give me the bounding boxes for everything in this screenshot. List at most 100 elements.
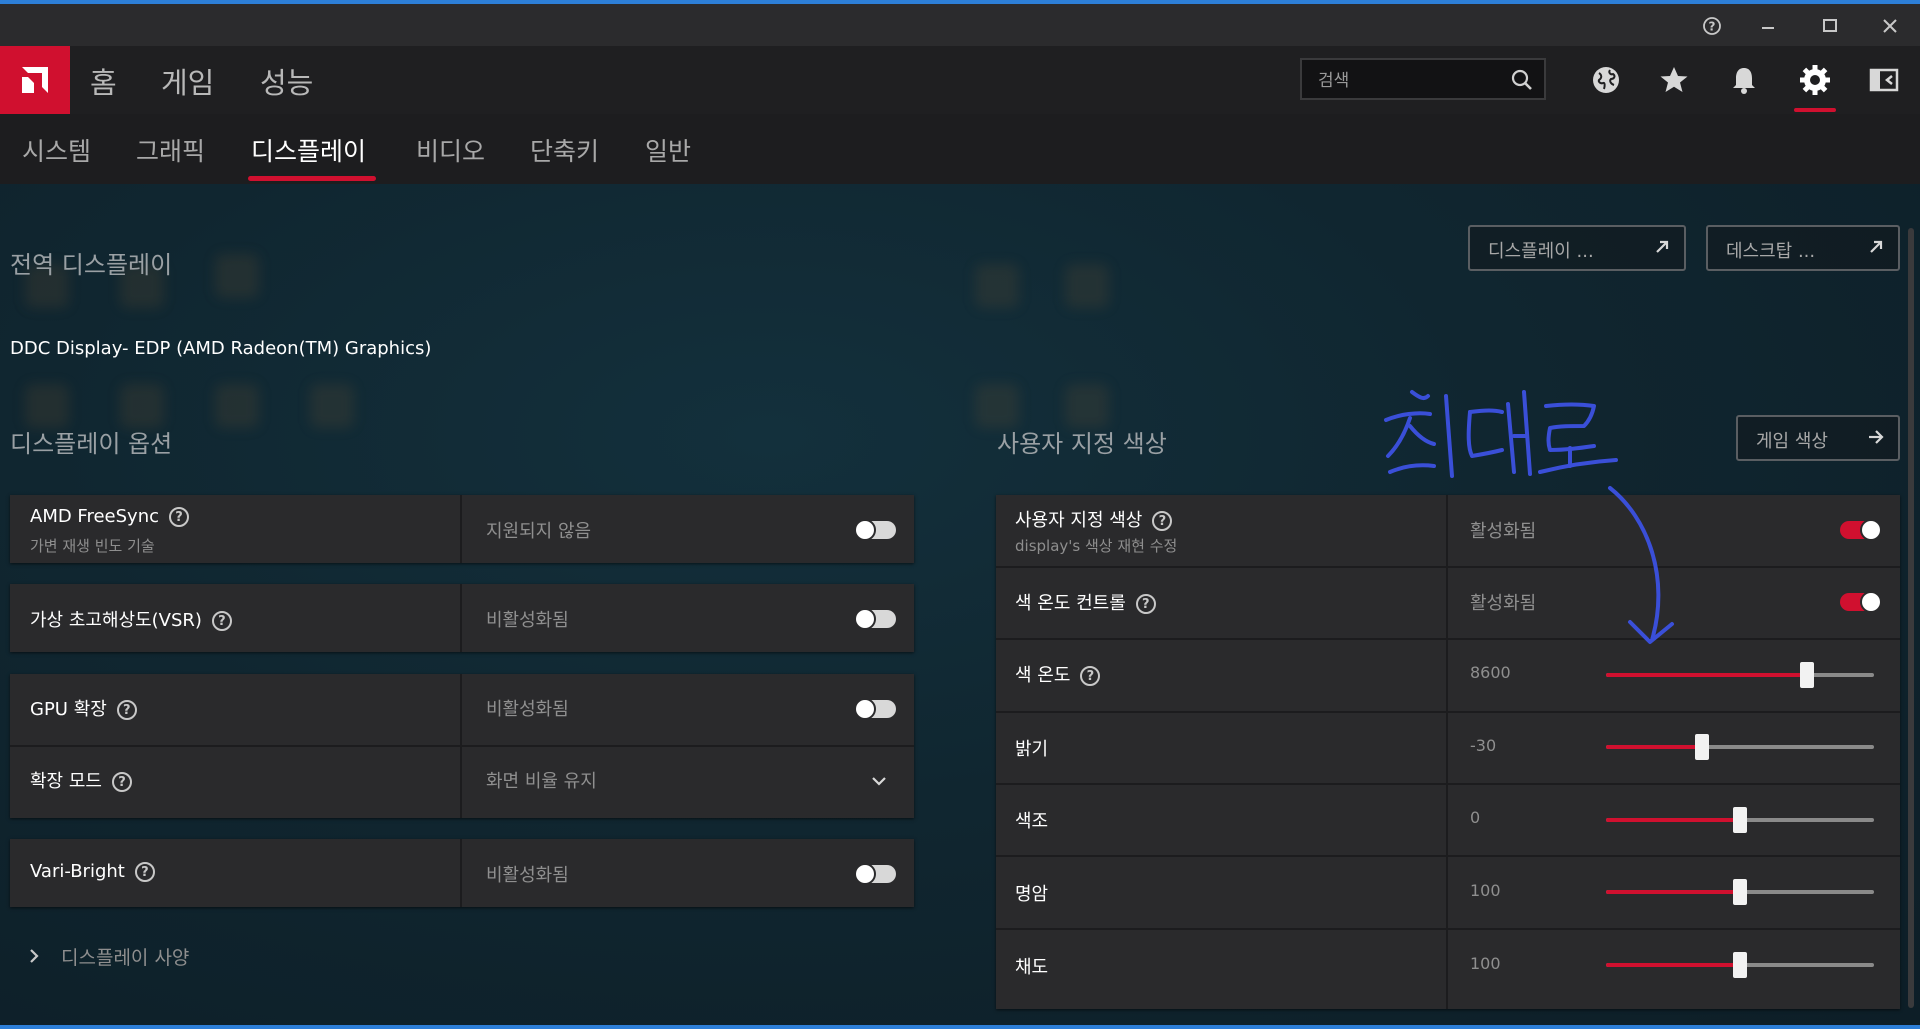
help-icon[interactable]: ? (1152, 511, 1173, 531)
chevron-right-icon (30, 949, 39, 963)
background-blur-tile (215, 254, 259, 298)
background-blur-tile (25, 384, 69, 428)
slider-fill (1606, 963, 1740, 967)
color-temp-control-label-row: 색 온도 컨트롤? (1015, 589, 1156, 615)
vsr-toggle[interactable] (854, 608, 896, 630)
slider-thumb[interactable] (1695, 734, 1710, 760)
bell-icon[interactable] (1726, 62, 1762, 98)
freesync-label: AMD FreeSync (30, 506, 160, 527)
slider-thumb[interactable] (1733, 879, 1747, 905)
slider-fill (1606, 673, 1807, 677)
color-temp-control-label: 색 온도 컨트롤 (1015, 593, 1126, 614)
card-divider (460, 495, 462, 563)
arrow-right-icon (1869, 430, 1884, 444)
slider-fill (1606, 745, 1703, 749)
toggle-knob (854, 608, 876, 630)
custom-color-title: 사용자 지정 색상 (997, 430, 1167, 458)
vari-bright-toggle[interactable] (854, 863, 896, 885)
nav-performance[interactable]: 성능 (260, 60, 313, 102)
tab-active-indicator (248, 176, 376, 181)
contrast-label: 명암 (1015, 884, 1049, 905)
color-temp-control-toggle[interactable] (1840, 591, 1882, 613)
toggle-knob (1860, 519, 1882, 541)
toggle-knob (854, 519, 876, 541)
slider-fill (1606, 890, 1740, 894)
close-icon[interactable] (1868, 8, 1912, 44)
custom-color-label-row: 사용자 지정 색상? (1015, 506, 1173, 532)
search-input[interactable] (1316, 68, 1500, 94)
saturation-value: 100 (1470, 954, 1501, 973)
tab-display[interactable]: 디스플레이 (251, 132, 366, 168)
nav-home[interactable]: 홈 (90, 60, 117, 102)
saturation-slider[interactable] (1606, 952, 1874, 978)
toggle-knob (854, 863, 876, 885)
main-nav: 홈 게임 성능 (0, 46, 1920, 114)
display-options-title: 디스플레이 옵션 (10, 430, 173, 458)
vari-bright-label-row: Vari-Bright? (30, 861, 155, 882)
brightness-slider[interactable] (1606, 734, 1874, 760)
row-divider (996, 928, 1900, 930)
help-icon[interactable]: ? (1080, 666, 1101, 686)
row-divider (10, 745, 914, 747)
freesync-card: AMD FreeSync? 가변 재생 빈도 기술 지원되지 않음 (10, 495, 914, 563)
color-temp-slider[interactable] (1606, 662, 1874, 688)
tab-video[interactable]: 비디오 (416, 132, 485, 168)
background-blur-tile (975, 384, 1019, 428)
desktop-settings-button[interactable]: 데스크탑 ... (1706, 225, 1900, 271)
hue-value: 0 (1470, 808, 1481, 827)
gear-icon[interactable] (1797, 62, 1833, 98)
gpu-scaling-label-row: GPU 확장? (30, 695, 137, 721)
annotation-arrowhead (1628, 620, 1674, 644)
hue-slider[interactable] (1606, 807, 1874, 833)
help-icon[interactable]: ? (1690, 8, 1734, 44)
maximize-icon[interactable] (1808, 8, 1852, 44)
amd-logo[interactable] (0, 46, 70, 114)
game-color-button-label: 게임 색상 (1756, 431, 1828, 452)
tab-graphics[interactable]: 그래픽 (136, 132, 205, 168)
toggle-knob (854, 698, 876, 720)
help-icon[interactable]: ? (111, 772, 132, 792)
help-icon[interactable]: ? (116, 700, 137, 720)
tab-general[interactable]: 일반 (645, 132, 691, 168)
search-box[interactable] (1300, 58, 1546, 100)
sidebar-toggle-icon[interactable] (1866, 62, 1902, 98)
help-icon[interactable]: ? (134, 862, 155, 882)
display-settings-button-label: 디스플레이 ... (1488, 241, 1594, 262)
gpu-scaling-toggle[interactable] (854, 698, 896, 720)
background-blur-tile (975, 264, 1019, 308)
help-icon[interactable]: ? (1135, 594, 1156, 614)
slider-thumb[interactable] (1733, 952, 1747, 978)
slider-thumb[interactable] (1733, 807, 1747, 833)
row-divider (996, 855, 1900, 857)
freesync-status: 지원되지 않음 (486, 521, 592, 542)
tab-hotkeys[interactable]: 단축키 (530, 132, 599, 168)
star-icon[interactable] (1656, 62, 1692, 98)
display-settings-button[interactable]: 디스플레이 ... (1468, 225, 1686, 271)
vsr-card: 가상 초고해상도(VSR)? 비활성화됨 (10, 584, 914, 652)
contrast-value: 100 (1470, 881, 1501, 900)
nav-games[interactable]: 게임 (161, 60, 214, 102)
slider-thumb[interactable] (1800, 662, 1814, 688)
custom-color-toggle[interactable] (1840, 519, 1882, 541)
color-temp-label-row: 색 온도? (1015, 661, 1101, 687)
background-blur-tile (310, 384, 354, 428)
help-icon[interactable]: ? (211, 611, 232, 631)
help-icon[interactable]: ? (169, 507, 190, 527)
display-name: DDC Display- EDP (AMD Radeon(TM) Graphic… (10, 338, 432, 359)
chevron-down-icon[interactable] (870, 772, 888, 790)
background-blur-tile (1065, 264, 1109, 308)
window-bottom-border (0, 1025, 1920, 1029)
annotation-handwriting (1384, 390, 1618, 478)
search-icon[interactable] (1510, 68, 1534, 92)
game-color-button[interactable]: 게임 색상 (1736, 415, 1900, 461)
contrast-slider[interactable] (1606, 879, 1874, 905)
scaling-mode-value[interactable]: 화면 비율 유지 (486, 767, 597, 793)
scrollbar[interactable] (1908, 228, 1914, 1008)
minimize-icon[interactable] (1746, 8, 1790, 44)
custom-color-sub: display's 색상 재현 수정 (1015, 537, 1178, 555)
freesync-toggle[interactable] (854, 519, 896, 541)
color-temp-label: 색 온도 (1015, 665, 1071, 686)
globe-icon[interactable] (1588, 62, 1624, 98)
tab-system[interactable]: 시스템 (22, 132, 91, 168)
vari-bright-card: Vari-Bright? 비활성화됨 (10, 839, 914, 907)
